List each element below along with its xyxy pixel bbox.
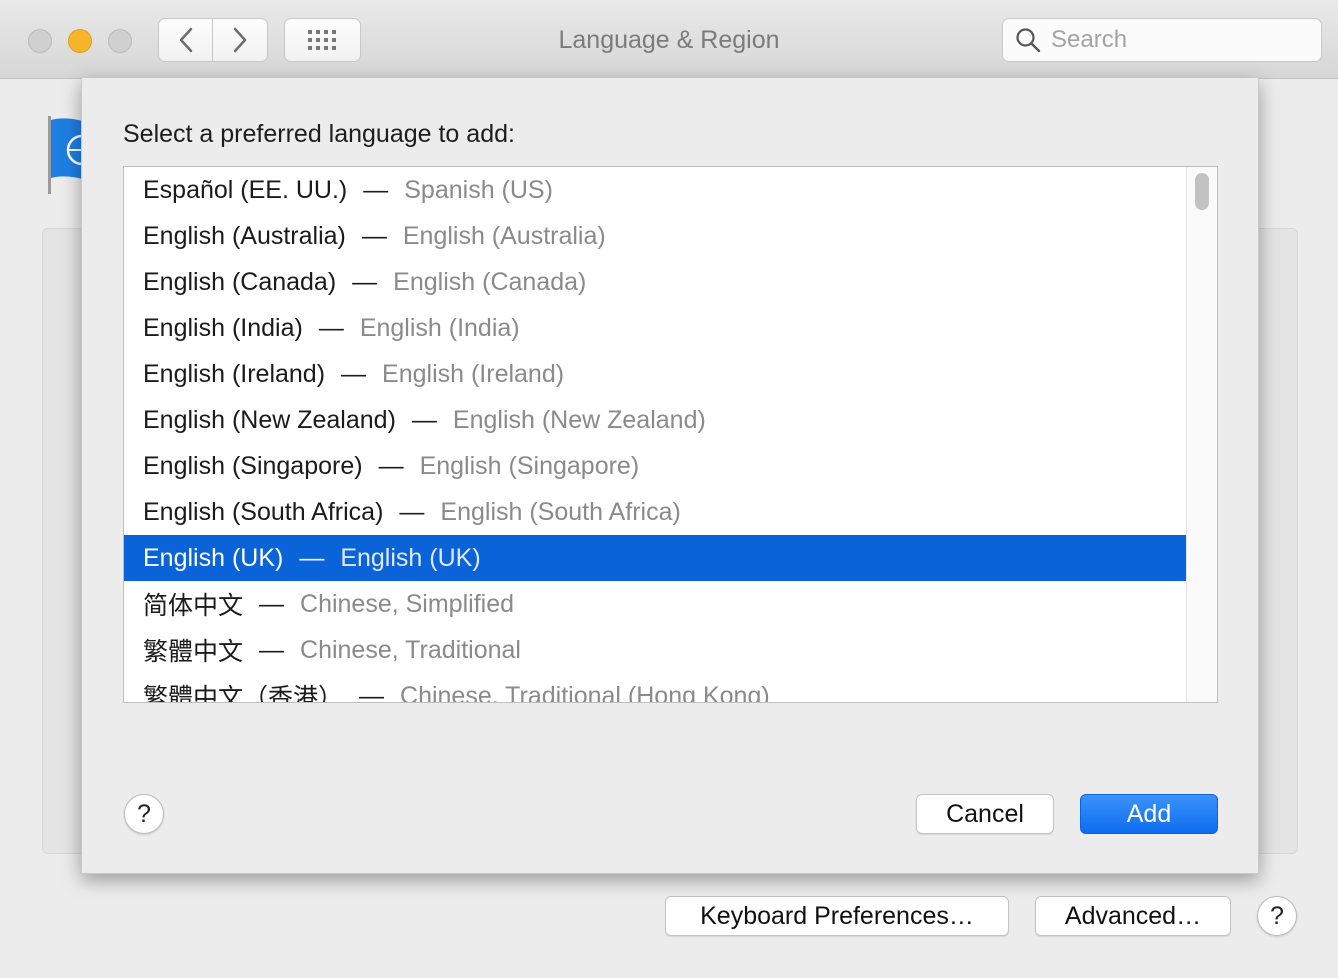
language-separator: — bbox=[259, 635, 285, 664]
language-native-name: English (India) bbox=[143, 313, 303, 342]
sheet-prompt: Select a preferred language to add: bbox=[123, 120, 515, 148]
language-separator: — bbox=[363, 175, 389, 204]
language-native-name: English (Canada) bbox=[143, 267, 337, 296]
language-english-name: English (Singapore) bbox=[419, 451, 640, 480]
language-separator: — bbox=[399, 497, 425, 526]
language-row[interactable]: 繁體中文（香港） — Chinese, Traditional (Hong Kong… bbox=[124, 673, 1186, 703]
help-button[interactable]: ? bbox=[1257, 896, 1297, 936]
language-native-name: English (UK) bbox=[143, 543, 284, 572]
language-english-name: Chinese, Simplified bbox=[300, 589, 515, 618]
language-row[interactable]: English (India) — English (India) bbox=[124, 305, 1186, 351]
cancel-button[interactable]: Cancel bbox=[916, 794, 1054, 834]
language-english-name: English (Canada) bbox=[393, 267, 587, 296]
language-separator: — bbox=[341, 359, 367, 388]
add-language-sheet: Select a preferred language to add: 繁體中文… bbox=[81, 78, 1259, 874]
language-english-name: English (New Zealand) bbox=[452, 405, 706, 434]
language-separator: — bbox=[318, 313, 344, 342]
language-english-name: English (UK) bbox=[340, 543, 481, 572]
language-native-name: English (South Africa) bbox=[143, 497, 384, 526]
language-separator: — bbox=[359, 681, 385, 703]
language-native-name: English (Ireland) bbox=[143, 359, 326, 388]
search-field[interactable] bbox=[1002, 18, 1322, 62]
language-row[interactable]: English (New Zealand) — English (New Zeala… bbox=[124, 397, 1186, 443]
language-row[interactable]: English (South Africa) — English (South Af… bbox=[124, 489, 1186, 535]
search-icon bbox=[1016, 28, 1041, 53]
keyboard-preferences-button[interactable]: Keyboard Preferences… bbox=[665, 896, 1009, 936]
language-english-name: English (Ireland) bbox=[382, 359, 565, 388]
language-english-name: Chinese, Traditional bbox=[300, 635, 521, 664]
language-row[interactable]: 繁體中文 — Chinese, Traditional bbox=[124, 627, 1186, 673]
language-separator: — bbox=[259, 589, 285, 618]
language-native-name: 繁體中文（香港） bbox=[143, 684, 344, 703]
language-separator: — bbox=[411, 405, 437, 434]
language-row[interactable]: 简体中文 — Chinese, Simplified bbox=[124, 581, 1186, 627]
language-row[interactable]: English (Ireland) — English (Ireland) bbox=[124, 351, 1186, 397]
search-input[interactable] bbox=[1049, 25, 1313, 55]
language-english-name: English (India) bbox=[359, 313, 520, 342]
language-native-name: Español (EE. UU.) bbox=[143, 175, 348, 204]
language-separator: — bbox=[299, 543, 325, 572]
language-native-name: English (New Zealand) bbox=[143, 405, 396, 434]
language-separator: — bbox=[352, 267, 378, 296]
scrollbar-thumb[interactable] bbox=[1195, 173, 1209, 210]
language-separator: — bbox=[378, 451, 404, 480]
language-english-name: Spanish (US) bbox=[404, 175, 553, 204]
language-row[interactable]: English (Singapore) — English (Singapore) bbox=[124, 443, 1186, 489]
language-native-name: 繁體中文 bbox=[143, 638, 244, 666]
window-titlebar: Language & Region bbox=[0, 0, 1338, 79]
language-native-name: 简体中文 bbox=[143, 592, 244, 620]
language-native-name: English (Singapore) bbox=[143, 451, 363, 480]
sheet-help-button[interactable]: ? bbox=[124, 794, 164, 834]
language-row[interactable]: English (Australia) — English (Australia) bbox=[124, 213, 1186, 259]
language-separator: — bbox=[361, 221, 387, 250]
flag-globe-icon bbox=[44, 116, 98, 194]
scrollbar[interactable] bbox=[1186, 167, 1217, 702]
language-row[interactable]: Español (EE. UU.) — Spanish (US) bbox=[124, 167, 1186, 213]
language-english-name: English (South Africa) bbox=[440, 497, 681, 526]
advanced-button[interactable]: Advanced… bbox=[1035, 896, 1231, 936]
language-english-name: English (Australia) bbox=[402, 221, 606, 250]
language-native-name: English (Australia) bbox=[143, 221, 346, 250]
language-row[interactable]: English (Canada) — English (Canada) bbox=[124, 259, 1186, 305]
language-list[interactable]: 繁體中文（香港） — Chinese, Traditional (Hong Kong… bbox=[123, 166, 1218, 703]
language-row[interactable]: English (UK) — English (UK) bbox=[124, 535, 1186, 581]
add-button[interactable]: Add bbox=[1080, 794, 1218, 834]
language-english-name: Chinese, Traditional (Hong Kong) bbox=[400, 681, 770, 703]
